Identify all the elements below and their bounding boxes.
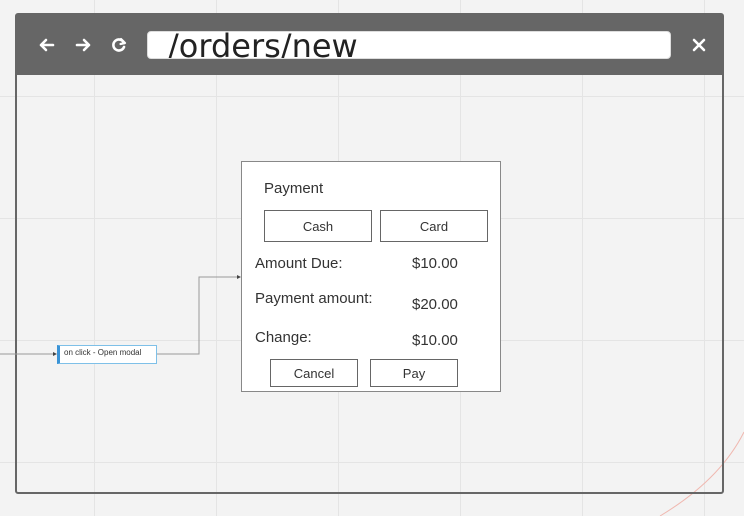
- amount-due-label: Amount Due:: [255, 255, 343, 272]
- close-icon: [692, 38, 706, 52]
- annotation-note[interactable]: on click - Open modal: [57, 345, 157, 364]
- arrow-right-icon: [75, 38, 91, 52]
- modal-title: Payment: [264, 180, 324, 197]
- card-button[interactable]: Card: [380, 210, 488, 242]
- payment-amount-value[interactable]: $20.00: [412, 296, 458, 313]
- arrow-left-icon: [39, 38, 55, 52]
- close-button[interactable]: [685, 31, 713, 59]
- change-value: $10.00: [412, 332, 458, 349]
- pay-button[interactable]: Pay: [370, 359, 458, 387]
- amount-due-value: $10.00: [412, 255, 458, 272]
- change-label: Change:: [255, 329, 312, 346]
- back-button[interactable]: [33, 31, 61, 59]
- cash-button[interactable]: Cash: [264, 210, 372, 242]
- address-bar[interactable]: /orders/new: [147, 31, 671, 59]
- payment-modal: Payment Cash Card Amount Due: $10.00 Pay…: [241, 161, 501, 392]
- payment-amount-label: Payment amount:: [255, 290, 373, 307]
- reload-icon: [112, 37, 127, 52]
- forward-button[interactable]: [69, 31, 97, 59]
- cancel-button[interactable]: Cancel: [270, 359, 358, 387]
- browser-titlebar: /orders/new: [17, 15, 722, 75]
- reload-button[interactable]: [105, 31, 133, 59]
